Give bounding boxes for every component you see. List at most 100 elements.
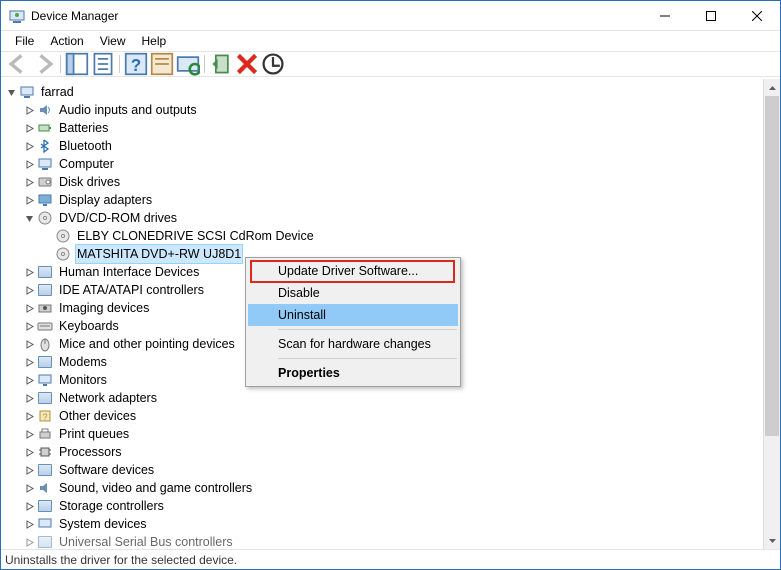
cm-disable[interactable]: Disable (248, 282, 458, 304)
display-icon (37, 192, 53, 208)
software-icon (37, 462, 53, 478)
menubar: File Action View Help (1, 31, 780, 51)
tree-item[interactable]: Sound, video and game controllers (5, 479, 780, 497)
status-text: Uninstalls the driver for the selected d… (5, 553, 237, 567)
svg-text:?: ? (131, 55, 141, 75)
statusbar: Uninstalls the driver for the selected d… (1, 549, 780, 569)
printer-icon (37, 426, 53, 442)
expand-icon[interactable] (23, 158, 35, 170)
titlebar: Device Manager (1, 1, 780, 31)
tree-item[interactable]: Universal Serial Bus controllers (5, 533, 780, 549)
minimize-button[interactable] (642, 1, 688, 31)
expand-icon[interactable] (23, 446, 35, 458)
action-button[interactable] (150, 53, 174, 75)
tree-item-dvd[interactable]: DVD/CD-ROM drives (5, 209, 780, 227)
svg-text:?: ? (42, 412, 47, 422)
mouse-icon (37, 336, 53, 352)
cm-update-driver[interactable]: Update Driver Software... (248, 260, 458, 282)
tree-item[interactable]: Disk drives (5, 173, 780, 191)
tree-item[interactable]: Software devices (5, 461, 780, 479)
cm-properties[interactable]: Properties (248, 362, 458, 384)
tree-item[interactable]: Storage controllers (5, 497, 780, 515)
menu-help[interactable]: Help (134, 32, 175, 50)
tree-item[interactable]: Computer (5, 155, 780, 173)
sound-icon (37, 480, 53, 496)
tree-item[interactable]: Print queues (5, 425, 780, 443)
tree-item[interactable]: ELBY CLONEDRIVE SCSI CdRom Device (5, 227, 780, 245)
scan-hardware-button[interactable] (176, 53, 200, 75)
ide-icon (37, 282, 53, 298)
expand-icon[interactable] (23, 536, 35, 548)
expand-icon[interactable] (23, 176, 35, 188)
expand-icon[interactable] (23, 482, 35, 494)
expand-icon[interactable] (23, 464, 35, 476)
update-driver-button[interactable] (209, 53, 233, 75)
collapse-icon[interactable] (23, 212, 35, 224)
disable-button[interactable] (261, 53, 285, 75)
monitor-icon (37, 372, 53, 388)
dvd-icon (37, 210, 53, 226)
toolbar: ? (1, 51, 780, 77)
computer-icon (19, 84, 35, 100)
back-button (6, 53, 30, 75)
tree-item[interactable]: Audio inputs and outputs (5, 101, 780, 119)
scroll-down-button[interactable] (764, 532, 780, 549)
close-button[interactable] (734, 1, 780, 31)
show-hide-tree-button[interactable] (65, 53, 89, 75)
expand-icon[interactable] (23, 428, 35, 440)
tree-root[interactable]: farrad (5, 83, 780, 101)
menu-action[interactable]: Action (42, 32, 91, 50)
computer-icon (37, 156, 53, 172)
properties-button[interactable] (91, 53, 115, 75)
cm-separator (278, 329, 457, 330)
dvd-icon (55, 228, 71, 244)
expand-icon[interactable] (23, 140, 35, 152)
cm-scan[interactable]: Scan for hardware changes (248, 333, 458, 355)
expand-icon[interactable] (23, 104, 35, 116)
audio-icon (37, 102, 53, 118)
expand-icon[interactable] (23, 266, 35, 278)
root-label: farrad (39, 83, 76, 101)
expand-icon[interactable] (23, 356, 35, 368)
expand-icon[interactable] (23, 122, 35, 134)
keyboard-icon (37, 318, 53, 334)
collapse-icon[interactable] (5, 86, 17, 98)
tree-item[interactable]: Bluetooth (5, 137, 780, 155)
expand-icon[interactable] (23, 194, 35, 206)
cm-separator (278, 358, 457, 359)
vertical-scrollbar[interactable] (763, 79, 780, 549)
expand-icon[interactable] (23, 302, 35, 314)
battery-icon (37, 120, 53, 136)
menu-view[interactable]: View (92, 32, 134, 50)
uninstall-button[interactable] (235, 53, 259, 75)
tree-item[interactable]: System devices (5, 515, 780, 533)
scroll-up-button[interactable] (764, 79, 780, 96)
expand-icon[interactable] (23, 518, 35, 530)
expand-icon[interactable] (23, 284, 35, 296)
dvd-icon (55, 246, 71, 262)
menu-file[interactable]: File (7, 32, 42, 50)
expand-icon[interactable] (23, 320, 35, 332)
tree-item[interactable]: Processors (5, 443, 780, 461)
expand-icon[interactable] (23, 338, 35, 350)
processor-icon (37, 444, 53, 460)
window-title: Device Manager (31, 9, 642, 23)
expand-icon[interactable] (23, 410, 35, 422)
bluetooth-icon (37, 138, 53, 154)
expand-icon[interactable] (23, 374, 35, 386)
modem-icon (37, 354, 53, 370)
tree-item[interactable]: Display adapters (5, 191, 780, 209)
imaging-icon (37, 300, 53, 316)
help-button[interactable]: ? (124, 53, 148, 75)
maximize-button[interactable] (688, 1, 734, 31)
expand-icon[interactable] (23, 392, 35, 404)
app-icon (9, 8, 25, 24)
expand-icon[interactable] (23, 500, 35, 512)
scroll-thumb[interactable] (765, 96, 779, 436)
tree-item[interactable]: Batteries (5, 119, 780, 137)
cm-uninstall[interactable]: Uninstall (248, 304, 458, 326)
hid-icon (37, 264, 53, 280)
disk-icon (37, 174, 53, 190)
tree-item[interactable]: Network adapters (5, 389, 780, 407)
tree-item[interactable]: ?Other devices (5, 407, 780, 425)
